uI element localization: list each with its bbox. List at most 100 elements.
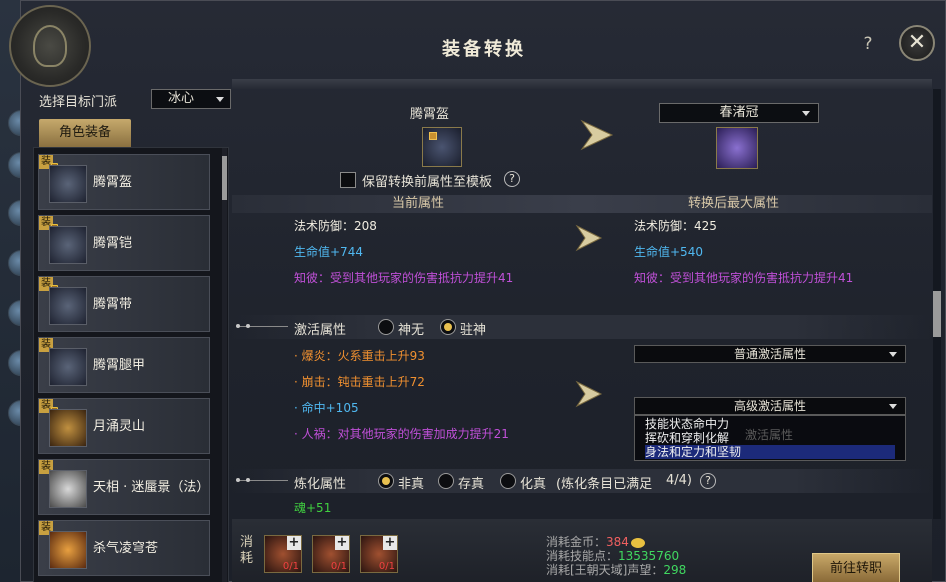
equipment-list: 装 腾霄盔 装 腾霄铠 装 腾霄带 装 腾霄腿甲 装 月涌灵山 装 天相 · 迷…: [33, 147, 229, 582]
target-item-icon: [716, 127, 758, 169]
dot-icon: [246, 324, 250, 328]
radio-shenwu[interactable]: [378, 319, 394, 335]
activate-attr-line: · 崩击：钝击重击上升72: [294, 375, 425, 389]
dropdown-option[interactable]: 技能状态命中力: [645, 417, 729, 431]
refine-note: (炼化条目已满足: [556, 477, 653, 492]
list-item[interactable]: 装 腾霄带: [38, 276, 210, 332]
convert-arrow-icon: [575, 224, 603, 252]
cost-bar: 消耗 + 0/1 + 0/1 + 0/1 消耗金币：384 消耗技能点：1353…: [232, 519, 932, 582]
help-icon[interactable]: ?: [700, 473, 716, 489]
advanced-activate-dropdown[interactable]: 高级激活属性: [634, 397, 906, 415]
titlebar: 装备转换 ? ✕: [9, 1, 946, 87]
convert-arrow-icon: [580, 119, 614, 151]
radio-feizhen[interactable]: [378, 473, 394, 489]
plus-icon: +: [383, 535, 397, 550]
material-count: 0/1: [282, 561, 299, 572]
current-attributes-header: 当前属性: [392, 196, 445, 211]
current-item-name: 腾霄盔: [410, 107, 450, 122]
radio-label: 驻神: [460, 323, 487, 338]
conversion-preview: 腾霄盔 保留转换前属性至模板 ? 春渚冠: [232, 89, 932, 193]
radio-huazhen[interactable]: [500, 473, 516, 489]
divider: [232, 79, 932, 89]
reputation-cost-label: 消耗[王朝天域]声望：: [546, 563, 664, 577]
lock-icon: [429, 132, 437, 140]
reputation-cost: 消耗[王朝天域]声望：298: [546, 561, 686, 578]
plus-icon: +: [335, 535, 349, 550]
dropdown-value: 高级激活属性: [733, 399, 806, 413]
list-item[interactable]: 装 杀气凌穹苍: [38, 520, 210, 576]
target-item-select[interactable]: 春渚冠: [659, 103, 819, 123]
chevron-down-icon: [802, 111, 810, 116]
material-slot[interactable]: + 0/1: [312, 535, 350, 573]
chevron-down-icon: [889, 404, 897, 409]
target-school-label: 选择目标门派: [39, 95, 118, 110]
current-attr-line: 法术防御：208: [294, 219, 377, 233]
list-item[interactable]: 装 腾霄铠: [38, 215, 210, 271]
list-scrollbar-thumb[interactable]: [222, 156, 227, 200]
after-attr-line: 法术防御：425: [634, 219, 717, 233]
activate-attr-line: · 爆炎：火系重击上升93: [294, 349, 425, 363]
dot-icon: [246, 478, 250, 482]
help-icon[interactable]: ?: [504, 171, 520, 187]
current-attr-line: 知彼：受到其他玩家的伤害抵抗力提升41: [294, 271, 514, 285]
chevron-down-icon: [216, 97, 224, 102]
item-name: 杀气凌穹苍: [93, 541, 159, 556]
radio-zhushen[interactable]: [440, 319, 456, 335]
plus-icon: +: [287, 535, 301, 550]
accessory-icon: [49, 409, 87, 447]
list-item[interactable]: 装 天相 · 迷蜃景（法）: [38, 459, 210, 515]
go-transfer-button[interactable]: 前往转职: [812, 553, 900, 582]
refine-label: 炼化属性: [294, 477, 347, 492]
material-count: 0/1: [378, 561, 395, 572]
list-item[interactable]: 装 腾霄盔: [38, 154, 210, 210]
dot-icon: [236, 324, 240, 328]
target-school-select[interactable]: 冰心: [151, 89, 231, 109]
normal-activate-dropdown[interactable]: 普通激活属性: [634, 345, 906, 363]
list-item[interactable]: 装 腾霄腿甲: [38, 337, 210, 393]
convert-arrow-icon: [575, 380, 603, 408]
talisman-icon: [49, 531, 87, 569]
list-scrollbar[interactable]: [222, 148, 227, 582]
chevron-down-icon: [889, 352, 897, 357]
dot-icon: [236, 478, 240, 482]
material-count: 0/1: [330, 561, 347, 572]
keep-attributes-checkbox[interactable]: [340, 172, 356, 188]
keep-attributes-label: 保留转换前属性至模板: [362, 175, 493, 190]
radio-label: 化真: [520, 477, 547, 492]
cost-label: 消耗: [240, 535, 254, 566]
equipment-convert-window: 装备转换 ? ✕ 选择目标门派 冰心 角色装备 装 腾霄盔 装 腾霄铠 装 腾霄…: [9, 0, 946, 582]
dropdown-option-selected[interactable]: 身法和定力和坚韧: [645, 445, 895, 459]
reputation-cost-value: 298: [663, 563, 687, 577]
target-school-row: 选择目标门派 冰心: [39, 89, 231, 111]
item-name: 腾霄带: [93, 297, 133, 312]
leg-armor-icon: [49, 348, 87, 386]
current-item-icon: [422, 127, 462, 167]
armor-icon: [49, 226, 87, 264]
material-slot[interactable]: + 0/1: [360, 535, 398, 573]
radio-label: 存真: [458, 477, 485, 492]
helmet-icon: [49, 165, 87, 203]
attribute-content: 法术防御：208 生命值+744 知彼：受到其他玩家的伤害抵抗力提升41 法术防…: [232, 213, 932, 519]
soul-attr: 魂+51: [294, 501, 332, 515]
activate-label: 激活属性: [294, 323, 347, 338]
target-item-value: 春渚冠: [719, 105, 759, 120]
list-item[interactable]: 装 月涌灵山: [38, 398, 210, 454]
activate-attr-line: · 人祸：对其他玩家的伤害加成力提升21: [294, 427, 509, 441]
refine-section-header: 炼化属性 非真 存真 化真 (炼化条目已满足 4/4) ?: [232, 469, 932, 493]
activate-attr-line: · 命中+105: [294, 401, 359, 415]
material-slot[interactable]: + 0/1: [264, 535, 302, 573]
main-scrollbar-thumb[interactable]: [933, 291, 941, 337]
current-attr-line: 生命值+744: [294, 245, 363, 259]
close-button[interactable]: ✕: [899, 25, 935, 61]
attribute-headers: 当前属性 转换后最大属性: [232, 195, 932, 213]
window-title: 装备转换: [442, 39, 526, 60]
help-button[interactable]: ?: [857, 33, 879, 55]
radio-label: 非真: [398, 477, 425, 492]
activate-dropdown-list: 激活属性 技能状态命中力 挥砍和穿刺化解 身法和定力和坚韧: [634, 415, 906, 461]
coin-icon: [630, 537, 645, 548]
dropdown-option[interactable]: 挥砍和穿刺化解: [645, 431, 729, 445]
radio-cunzhen[interactable]: [438, 473, 454, 489]
hidden-dropdown-value: 激活属性: [745, 428, 794, 442]
item-name: 天相 · 迷蜃景（法）: [93, 480, 210, 495]
tab-character-equipment[interactable]: 角色装备: [39, 119, 131, 147]
